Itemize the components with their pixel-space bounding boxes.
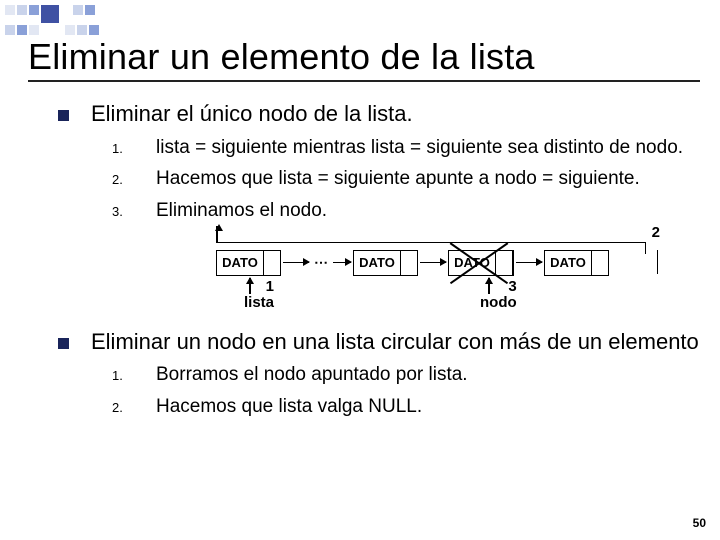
arrow-icon xyxy=(333,262,351,264)
step-text: lista = siguiente mientras lista = sigui… xyxy=(156,135,700,161)
ellipsis-icon: ⋯ xyxy=(314,254,328,271)
diagram-node: DATO xyxy=(216,250,281,276)
node-data-label: DATO xyxy=(449,251,496,275)
list-item: 3. Eliminamos el nodo. xyxy=(112,198,700,224)
step-number: 2. xyxy=(112,395,156,417)
corner-decoration xyxy=(4,4,124,34)
title-rule xyxy=(28,80,700,82)
diagram-node: DATO xyxy=(448,250,514,276)
section-b-heading: Eliminar un nodo en una lista circular c… xyxy=(91,328,699,357)
bullet-icon xyxy=(58,338,69,349)
arrow-icon xyxy=(420,262,446,264)
diagram-label-1: 1 xyxy=(266,278,274,295)
step-text: Borramos el nodo apuntado por lista. xyxy=(156,362,700,388)
list-item: 2. Hacemos que lista valga NULL. xyxy=(112,394,700,420)
list-item: 1. lista = siguiente mientras lista = si… xyxy=(112,135,700,161)
list-item: 2. Hacemos que lista = siguiente apunte … xyxy=(112,166,700,192)
diagram-pointer-lista: 1 lista xyxy=(244,278,274,311)
node-data-label: DATO xyxy=(354,251,401,275)
slide-title: Eliminar un elemento de la lista xyxy=(28,36,700,78)
node-data-label: DATO xyxy=(217,251,264,275)
step-number: 3. xyxy=(112,199,156,221)
step-text: Eliminamos el nodo. xyxy=(156,198,700,224)
diagram-pointer-label: lista xyxy=(244,294,274,311)
step-number: 1. xyxy=(112,363,156,385)
section-a-heading: Eliminar el único nodo de la lista. xyxy=(91,100,413,129)
diagram-pointer-nodo: 3 nodo xyxy=(480,278,517,311)
page-number: 50 xyxy=(693,516,706,530)
diagram-pointer-label: nodo xyxy=(480,294,517,311)
diagram-label-2: 2 xyxy=(652,224,660,241)
step-number: 1. xyxy=(112,136,156,158)
diagram-label-3: 3 xyxy=(508,278,516,295)
arrow-icon xyxy=(283,262,309,264)
step-text: Hacemos que lista = siguiente apunte a n… xyxy=(156,166,700,192)
arrow-icon xyxy=(516,262,542,264)
node-data-label: DATO xyxy=(545,251,592,275)
step-text: Hacemos que lista valga NULL. xyxy=(156,394,700,420)
diagram-node: DATO xyxy=(544,250,609,276)
step-number: 2. xyxy=(112,167,156,189)
bullet-icon xyxy=(58,110,69,121)
diagram-node: DATO xyxy=(353,250,418,276)
list-item: 1. Borramos el nodo apuntado por lista. xyxy=(112,362,700,388)
linked-list-diagram: 2 DATO ⋯ DATO DATO xyxy=(216,232,656,316)
